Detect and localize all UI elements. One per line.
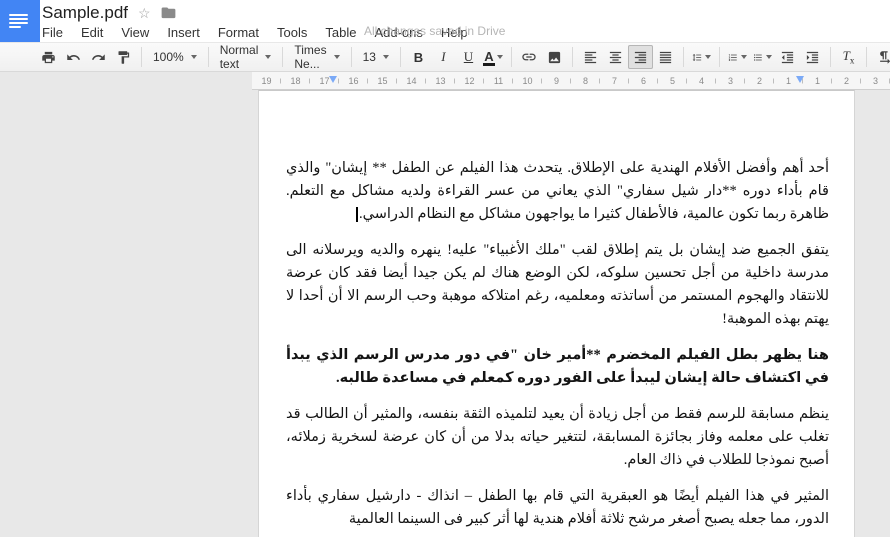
- bold-button[interactable]: B: [406, 45, 431, 69]
- ruler-number: 4: [687, 76, 716, 86]
- toolbar-divider: [282, 47, 284, 67]
- toolbar-divider: [510, 47, 512, 67]
- ruler-number: 1: [803, 76, 832, 86]
- ruler-strip[interactable]: 19 18 17 16 15 14 13 12 11 10 9 8 7 6 5 4 3 2 1 1 2 3: [252, 72, 890, 90]
- ruler-number: 12: [455, 76, 484, 86]
- folder-icon[interactable]: [161, 6, 176, 19]
- toolbar-divider: [350, 47, 352, 67]
- chevron-down-icon: [333, 55, 340, 59]
- document-text[interactable]: أحد أهم وأفضل الأفلام الهندية على الإطلا…: [259, 91, 854, 537]
- chevron-down-icon: [190, 55, 197, 59]
- align-right-button[interactable]: [627, 45, 653, 69]
- decrease-indent-button[interactable]: [775, 45, 800, 69]
- align-left-button[interactable]: [578, 45, 603, 69]
- toolbar-divider: [141, 47, 142, 67]
- increase-indent-button[interactable]: [800, 45, 825, 69]
- paragraph[interactable]: يتفق الجميع ضد إيشان بل يتم إطلاق لقب "م…: [286, 239, 829, 331]
- ruler-number: 7: [600, 76, 629, 86]
- chevron-down-icon: [265, 55, 272, 59]
- ruler-number: 14: [397, 76, 426, 86]
- text-cursor: [356, 207, 358, 223]
- document-canvas: أحد أهم وأفضل الأفلام الهندية على الإطلا…: [0, 90, 890, 537]
- ruler-number: 18: [281, 76, 310, 86]
- insert-image-button[interactable]: [542, 45, 567, 69]
- chevron-down-icon: [765, 55, 772, 59]
- toolbar-divider: [718, 47, 720, 67]
- ruler-number: 1: [774, 76, 803, 86]
- paragraph-ltr-button[interactable]: [872, 45, 890, 69]
- ruler-number: 10: [513, 76, 542, 86]
- toolbar-divider: [571, 47, 573, 67]
- paragraph[interactable]: أحد أهم وأفضل الأفلام الهندية على الإطلا…: [286, 157, 829, 226]
- italic-button[interactable]: I: [431, 45, 456, 69]
- ruler-number: 11: [484, 76, 513, 86]
- paragraph[interactable]: ينظم مسابقة للرسم فقط من أجل زيادة أن يع…: [286, 403, 829, 472]
- star-icon[interactable]: ☆: [138, 6, 151, 20]
- text-color-button[interactable]: A: [481, 45, 506, 69]
- bulleted-list-button[interactable]: [750, 45, 775, 69]
- ruler-number: 9: [542, 76, 571, 86]
- align-center-button[interactable]: [603, 45, 628, 69]
- align-justify-button[interactable]: [653, 45, 678, 69]
- docs-home-icon[interactable]: [0, 0, 40, 42]
- toolbar-divider: [207, 47, 209, 67]
- toolbar: 100% Normal text Times Ne... 13 B I U A: [0, 42, 890, 72]
- chevron-down-icon: [740, 55, 747, 59]
- menu-item[interactable]: Tools: [268, 25, 316, 40]
- menu-item[interactable]: File: [42, 25, 72, 40]
- menu-item[interactable]: View: [112, 25, 158, 40]
- ruler-number: 16: [339, 76, 368, 86]
- paragraph[interactable]: هنا يظهر بطل الفيلم المخضرم **أمير خان "…: [286, 344, 829, 390]
- print-button[interactable]: [36, 45, 61, 69]
- chevron-down-icon: [382, 55, 389, 59]
- chevron-down-icon: [704, 55, 711, 59]
- app-header: Sample.pdf ☆ File Edit View Insert Format Too…: [0, 0, 890, 42]
- undo-button[interactable]: [61, 45, 86, 69]
- ruler: 19 18 17 16 15 14 13 12 11 10 9 8 7 6 5 4 3 2 1 1 2 3: [0, 72, 890, 90]
- ruler-number: 3: [861, 76, 890, 86]
- toolbar-divider: [829, 47, 831, 67]
- ruler-number: 6: [629, 76, 658, 86]
- save-status: All changes saved in Drive: [364, 24, 506, 38]
- toolbar-divider: [682, 47, 684, 67]
- numbered-list-button[interactable]: [725, 45, 750, 69]
- ruler-number: 17: [310, 76, 339, 86]
- font-size-select[interactable]: 13: [357, 45, 395, 69]
- toolbar-divider: [399, 47, 401, 67]
- underline-button[interactable]: U: [456, 45, 481, 69]
- ruler-number: 5: [658, 76, 687, 86]
- document-title[interactable]: Sample.pdf: [42, 3, 128, 23]
- ruler-number: 3: [716, 76, 745, 86]
- chevron-down-icon: [496, 55, 503, 59]
- clear-formatting-button[interactable]: Tx: [836, 45, 861, 69]
- styles-select[interactable]: Normal text: [214, 43, 278, 71]
- ruler-number: 13: [426, 76, 455, 86]
- toolbar-divider: [865, 47, 867, 67]
- ruler-number: 8: [571, 76, 600, 86]
- font-family-select[interactable]: Times Ne...: [288, 43, 345, 71]
- menu-item[interactable]: Edit: [72, 25, 112, 40]
- ruler-number: 2: [832, 76, 861, 86]
- line-spacing-button[interactable]: [689, 45, 714, 69]
- zoom-select[interactable]: 100%: [147, 45, 203, 69]
- ruler-number: 2: [745, 76, 774, 86]
- paragraph[interactable]: المثير في هذا الفيلم أيضًا هو العبقرية ا…: [286, 485, 829, 531]
- insert-link-button[interactable]: [517, 45, 542, 69]
- ruler-number: 15: [368, 76, 397, 86]
- document-page[interactable]: أحد أهم وأفضل الأفلام الهندية على الإطلا…: [258, 90, 855, 537]
- ruler-number: 19: [252, 76, 281, 86]
- paint-format-button[interactable]: [111, 45, 136, 69]
- menu-item[interactable]: Insert: [158, 25, 209, 40]
- redo-button[interactable]: [86, 45, 111, 69]
- menu-item[interactable]: Format: [209, 25, 268, 40]
- menu-item[interactable]: Table: [316, 25, 365, 40]
